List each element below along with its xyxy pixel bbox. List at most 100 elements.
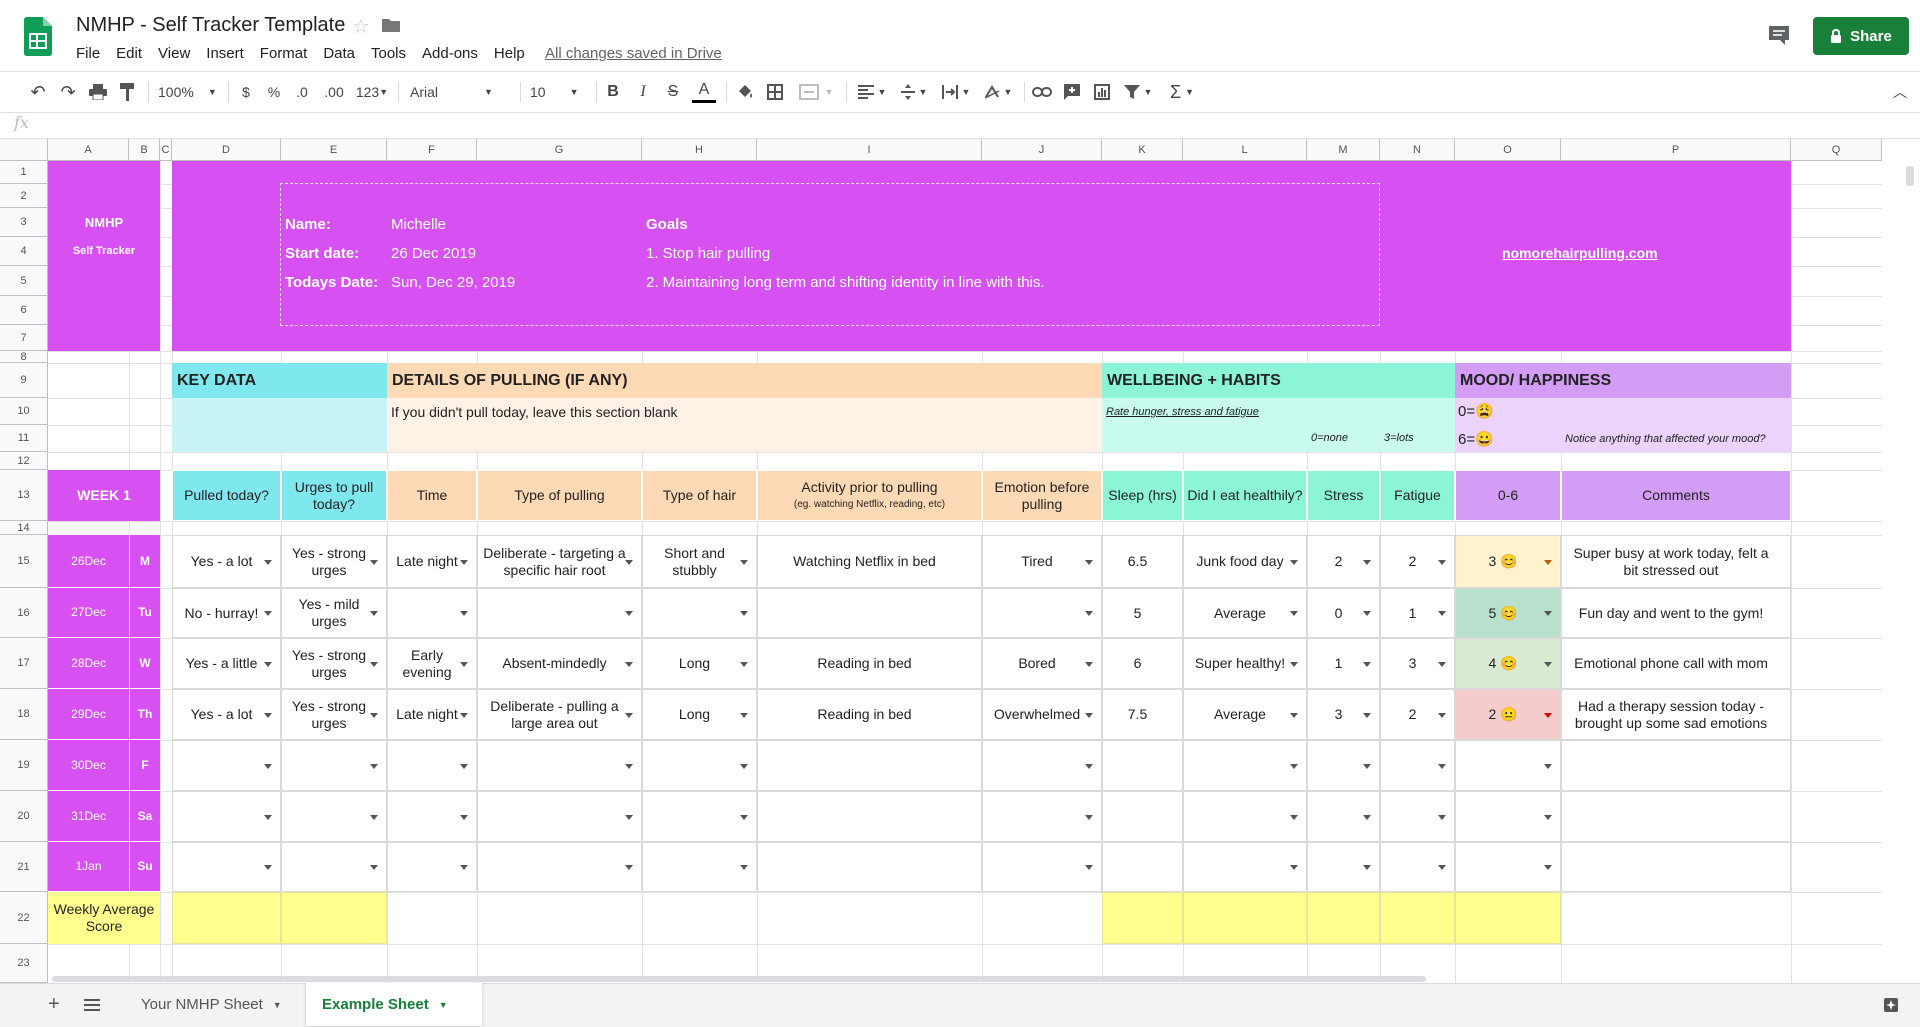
insert-comment-icon[interactable]	[1060, 80, 1084, 104]
column-header[interactable]: I	[757, 139, 982, 161]
chevron-down-icon[interactable]	[1544, 713, 1552, 718]
row-header[interactable]: 3	[0, 208, 48, 237]
vertical-align-icon[interactable]: ▼	[896, 80, 932, 104]
text-rotation-icon[interactable]: ▼	[980, 80, 1016, 104]
chevron-down-icon[interactable]	[264, 662, 272, 667]
formula-bar[interactable]	[0, 112, 1920, 139]
table-cell-type[interactable]: Deliberate - pulling a large area out	[477, 689, 642, 740]
chevron-down-icon[interactable]	[1363, 560, 1371, 565]
vertical-scrollbar[interactable]	[1906, 166, 1914, 186]
chevron-down-icon[interactable]	[1544, 865, 1552, 870]
chevron-down-icon[interactable]	[264, 865, 272, 870]
row-header[interactable]: 1	[0, 161, 48, 184]
table-cell-sleep[interactable]: 6.5	[1102, 535, 1183, 588]
menu-view[interactable]: View	[158, 45, 198, 62]
merge-cells-icon[interactable]: ▼	[796, 80, 836, 104]
chevron-down-icon[interactable]	[1438, 611, 1446, 616]
chevron-down-icon[interactable]	[740, 764, 748, 769]
row-header[interactable]: 10	[0, 398, 48, 425]
chevron-down-icon[interactable]	[370, 713, 378, 718]
row-header[interactable]: 17	[0, 638, 48, 689]
chevron-down-icon[interactable]	[1085, 865, 1093, 870]
column-header[interactable]: C	[160, 139, 172, 161]
chevron-down-icon[interactable]	[1363, 815, 1371, 820]
chevron-down-icon[interactable]	[1085, 611, 1093, 616]
chevron-down-icon[interactable]	[625, 560, 633, 565]
chevron-down-icon[interactable]	[1290, 713, 1298, 718]
column-header[interactable]: P	[1561, 139, 1791, 161]
add-sheet-icon[interactable]: +	[48, 983, 60, 1026]
table-cell-comment[interactable]	[1561, 842, 1791, 892]
row-header[interactable]: 13	[0, 470, 48, 521]
chevron-down-icon[interactable]	[1363, 764, 1371, 769]
chevron-down-icon[interactable]	[460, 611, 468, 616]
chevron-down-icon[interactable]	[370, 662, 378, 667]
percent-format-button[interactable]: %	[264, 80, 284, 104]
website-link[interactable]: nomorehairpulling.com	[1502, 245, 1658, 261]
table-cell-sleep[interactable]: 6	[1102, 638, 1183, 689]
column-header[interactable]: Q	[1791, 139, 1882, 161]
chevron-down-icon[interactable]	[1363, 662, 1371, 667]
chevron-down-icon[interactable]	[460, 560, 468, 565]
sheets-logo-icon[interactable]	[24, 17, 52, 56]
table-cell-comment[interactable]: Super busy at work today, felt a bit str…	[1561, 535, 1791, 588]
menu-insert[interactable]: Insert	[206, 45, 252, 62]
chevron-down-icon[interactable]	[1438, 713, 1446, 718]
chevron-down-icon[interactable]	[1085, 662, 1093, 667]
chevron-down-icon[interactable]	[1290, 815, 1298, 820]
table-cell-eat[interactable]: Junk food day	[1183, 535, 1307, 588]
row-header[interactable]: 5	[0, 266, 48, 296]
table-cell-type[interactable]	[477, 791, 642, 842]
zoom-select[interactable]: 100% ▼	[158, 80, 218, 104]
table-cell-sleep[interactable]	[1102, 740, 1183, 791]
paint-format-icon[interactable]	[116, 80, 140, 104]
table-cell-activity[interactable]: Reading in bed	[757, 689, 982, 740]
table-cell-eat[interactable]: Average	[1183, 588, 1307, 638]
functions-icon[interactable]: Σ ▼	[1164, 80, 1200, 104]
table-cell-emotion[interactable]	[982, 588, 1102, 638]
menu-tools[interactable]: Tools	[371, 45, 414, 62]
currency-format-button[interactable]: $	[236, 80, 256, 104]
table-cell-type[interactable]	[477, 842, 642, 892]
chevron-down-icon[interactable]	[1290, 764, 1298, 769]
insert-chart-icon[interactable]	[1090, 80, 1114, 104]
chevron-down-icon[interactable]	[1363, 865, 1371, 870]
row-header[interactable]: 20	[0, 791, 48, 842]
table-cell-activity[interactable]: Watching Netflix in bed	[757, 535, 982, 588]
chevron-down-icon[interactable]	[370, 611, 378, 616]
explore-icon[interactable]	[1883, 983, 1903, 1026]
menu-file[interactable]: File	[76, 45, 108, 62]
chevron-down-icon[interactable]	[1290, 560, 1298, 565]
row-header[interactable]: 22	[0, 892, 48, 944]
chevron-down-icon[interactable]	[1290, 611, 1298, 616]
chevron-down-icon[interactable]	[1085, 713, 1093, 718]
table-cell-comment[interactable]: Had a therapy session today - brought up…	[1561, 689, 1791, 740]
chevron-down-icon[interactable]	[1438, 815, 1446, 820]
star-icon[interactable]: ☆	[352, 14, 370, 39]
table-cell-activity[interactable]	[757, 842, 982, 892]
strikethrough-button[interactable]: S	[662, 80, 684, 104]
chevron-down-icon[interactable]	[460, 815, 468, 820]
menu-data[interactable]: Data	[323, 45, 363, 62]
folder-icon[interactable]	[382, 18, 400, 32]
column-header[interactable]: H	[642, 139, 757, 161]
chevron-down-icon[interactable]	[1544, 611, 1552, 616]
chevron-down-icon[interactable]	[1544, 815, 1552, 820]
row-header[interactable]: 8	[0, 351, 48, 363]
row-header[interactable]: 2	[0, 184, 48, 208]
decrease-decimal-button[interactable]: .0	[290, 80, 314, 104]
row-header[interactable]: 19	[0, 740, 48, 791]
number-format-select[interactable]: 123 ▼	[352, 80, 392, 104]
table-cell-emotion[interactable]: Overwhelmed	[982, 689, 1102, 740]
column-header[interactable]: B	[129, 139, 160, 161]
table-cell-type[interactable]	[477, 588, 642, 638]
table-cell-eat[interactable]: Super healthy!	[1183, 638, 1307, 689]
text-color-button[interactable]: A	[692, 80, 716, 103]
table-cell-eat[interactable]	[1183, 791, 1307, 842]
chevron-down-icon[interactable]	[1290, 865, 1298, 870]
horizontal-scrollbar[interactable]	[52, 976, 1426, 982]
text-wrapping-icon[interactable]: ▼	[938, 80, 974, 104]
chevron-down-icon[interactable]	[1085, 560, 1093, 565]
column-header[interactable]: O	[1455, 139, 1561, 161]
weekly-average-cell[interactable]	[1102, 892, 1183, 944]
